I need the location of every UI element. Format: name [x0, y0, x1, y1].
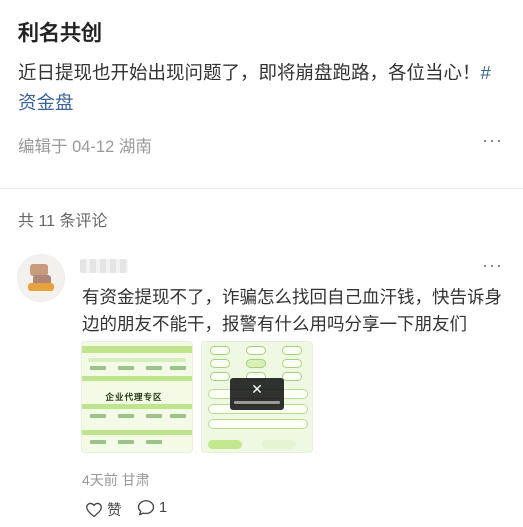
heart-outline-icon: [85, 502, 103, 518]
image-pill: [282, 372, 302, 381]
image-heading: 企业代理专区: [105, 392, 163, 402]
avatar[interactable]: [17, 254, 65, 302]
toast-message-blurred: [234, 401, 280, 404]
image-cell: [170, 366, 186, 370]
like-label: 赞: [107, 503, 122, 519]
post-meta: 编辑于 04-12 湖南: [18, 138, 152, 156]
image-pill: [282, 359, 302, 368]
comment-image-1[interactable]: 企业代理专区: [81, 341, 193, 453]
image-band: [82, 404, 192, 409]
reply-button[interactable]: 1: [137, 499, 167, 516]
image-input: [208, 419, 308, 429]
image-band: [82, 430, 192, 435]
image-pill: [210, 346, 230, 355]
image-pill: [210, 359, 230, 368]
image-row: [88, 358, 186, 362]
post-title: 利名共创: [18, 22, 102, 45]
image-button: [262, 440, 296, 449]
image-cell: [170, 414, 186, 418]
image-cell: [118, 414, 134, 418]
image-cell: [90, 366, 106, 370]
image-cell: [146, 366, 162, 370]
image-cell: [146, 440, 162, 444]
reply-count: 1: [159, 499, 168, 516]
divider: [0, 188, 523, 189]
comment-more-button[interactable]: ···: [482, 255, 503, 276]
comment-text: 有资金提现不了，诈骗怎么找回自己血汗钱，快告诉身边的朋友不能干，报警有什么用吗分…: [82, 287, 502, 334]
username-blurred[interactable]: [80, 259, 128, 273]
comment-meta: 4天前 甘肃: [82, 472, 150, 488]
image-band: [82, 346, 192, 353]
post-more-button[interactable]: ···: [482, 130, 503, 151]
image-button: [208, 440, 242, 449]
image-cell: [118, 440, 134, 444]
image-cell: [90, 440, 106, 444]
image-cell: [146, 414, 162, 418]
post-body-text: 近日提现也开始出现问题了，即将崩盘跑路，各位当心！: [18, 62, 481, 83]
like-button[interactable]: 赞: [85, 499, 122, 520]
image-pill: [246, 346, 266, 355]
avatar-shape: [28, 283, 54, 291]
post-body: 近日提现也开始出现问题了，即将崩盘跑路，各位当心！#资金盘: [18, 58, 508, 118]
image-band: [82, 376, 192, 381]
image-cell: [118, 366, 134, 370]
image-pill: [210, 372, 230, 381]
image-pill: [246, 359, 266, 368]
close-icon: ✕: [251, 381, 263, 397]
image-pill: [282, 346, 302, 355]
image-cell: [90, 414, 106, 418]
image-overlay-toast: ✕: [230, 378, 284, 410]
comment-count: 共 11 条评论: [18, 213, 108, 230]
comment-bubble-icon: [137, 499, 155, 516]
